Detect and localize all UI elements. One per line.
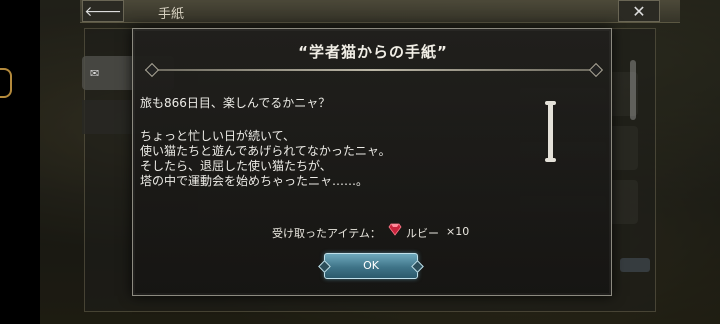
ruby-icon	[388, 223, 402, 236]
envelope-icon: ✉	[90, 66, 100, 80]
left-edge	[0, 0, 40, 324]
dialog-title: “学者猫からの手紙”	[298, 43, 448, 61]
close-button[interactable]: ✕	[618, 0, 660, 22]
letter-scrollbar[interactable]	[548, 103, 553, 161]
ok-button[interactable]: OK	[324, 253, 418, 279]
side-hook-icon	[0, 68, 12, 98]
letter-paragraph-2: ちょっと忙しい日が続いて、 使い猫たちと遊んであげられてなかったニャ。 そしたら…	[140, 129, 391, 188]
divider-ornament-icon	[144, 62, 160, 78]
item-count: ×10	[446, 225, 470, 238]
list-corner-button	[620, 258, 650, 272]
received-items-label: 受け取ったアイテム：	[272, 227, 381, 240]
close-icon: ✕	[632, 1, 646, 21]
letter-body: 旅も866日目、楽しんでるかニャ？ ちょっと忙しい日が続いて、 使い猫たちと遊ん…	[140, 96, 540, 188]
scrollbar-cap	[545, 158, 556, 162]
divider-ornament-icon	[588, 62, 604, 78]
letter-paragraph-1: 旅も866日目、楽しんでるかニャ？	[140, 96, 331, 110]
title-divider	[145, 69, 601, 71]
item-name: ルビー	[406, 227, 439, 240]
window-title: 手紙	[158, 7, 185, 22]
list-scrollbar	[630, 60, 636, 120]
back-button[interactable]: 🡐	[82, 0, 124, 22]
arrow-left-icon: 🡐	[84, 3, 122, 20]
